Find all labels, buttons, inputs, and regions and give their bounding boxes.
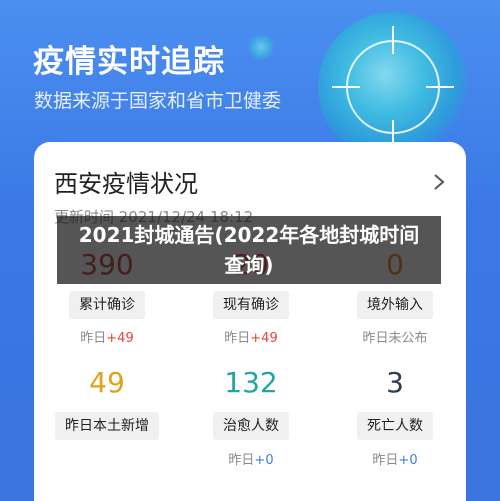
stat-deaths: 3 死亡人数 昨日+0 <box>340 368 450 470</box>
stat-local-new: 49 昨日本土新增 <box>42 368 172 440</box>
stat-label: 昨日本土新增 <box>55 412 159 440</box>
stat-delta: 昨日+0 <box>228 453 274 468</box>
stat-label: 治愈人数 <box>213 412 289 440</box>
stat-value: 3 <box>386 366 404 399</box>
stat-recovered: 132 治愈人数 昨日+0 <box>196 368 306 470</box>
target-crosshair-icon <box>332 26 454 148</box>
page-subtitle: 数据来源于国家和省市卫健委 <box>34 90 282 112</box>
stat-label: 死亡人数 <box>357 412 433 440</box>
page-title: 疫情实时追踪 <box>33 44 225 80</box>
stat-delta: 昨日+49 <box>224 331 278 346</box>
banner-line-1: 2021封城通告(2022年各地封城时间 <box>78 223 420 247</box>
card-title[interactable]: 西安疫情状况 <box>54 164 198 199</box>
stat-delta: 昨日未公布 <box>362 331 428 346</box>
banner-line-2: 查询) <box>224 253 274 277</box>
stat-value: 49 <box>89 366 125 399</box>
lockdown-notice-banner[interactable]: 2021封城通告(2022年各地封城时间 查询) <box>57 216 441 284</box>
stat-label: 现有确诊 <box>213 291 289 319</box>
stat-value: 132 <box>224 366 278 399</box>
stat-label: 累计确诊 <box>69 291 145 319</box>
virus-small-illustration <box>248 34 274 60</box>
stat-delta: 昨日+0 <box>372 453 418 468</box>
stat-delta: 昨日+49 <box>80 331 134 346</box>
chevron-right-icon[interactable] <box>432 172 446 192</box>
stat-label: 境外输入 <box>357 291 433 319</box>
